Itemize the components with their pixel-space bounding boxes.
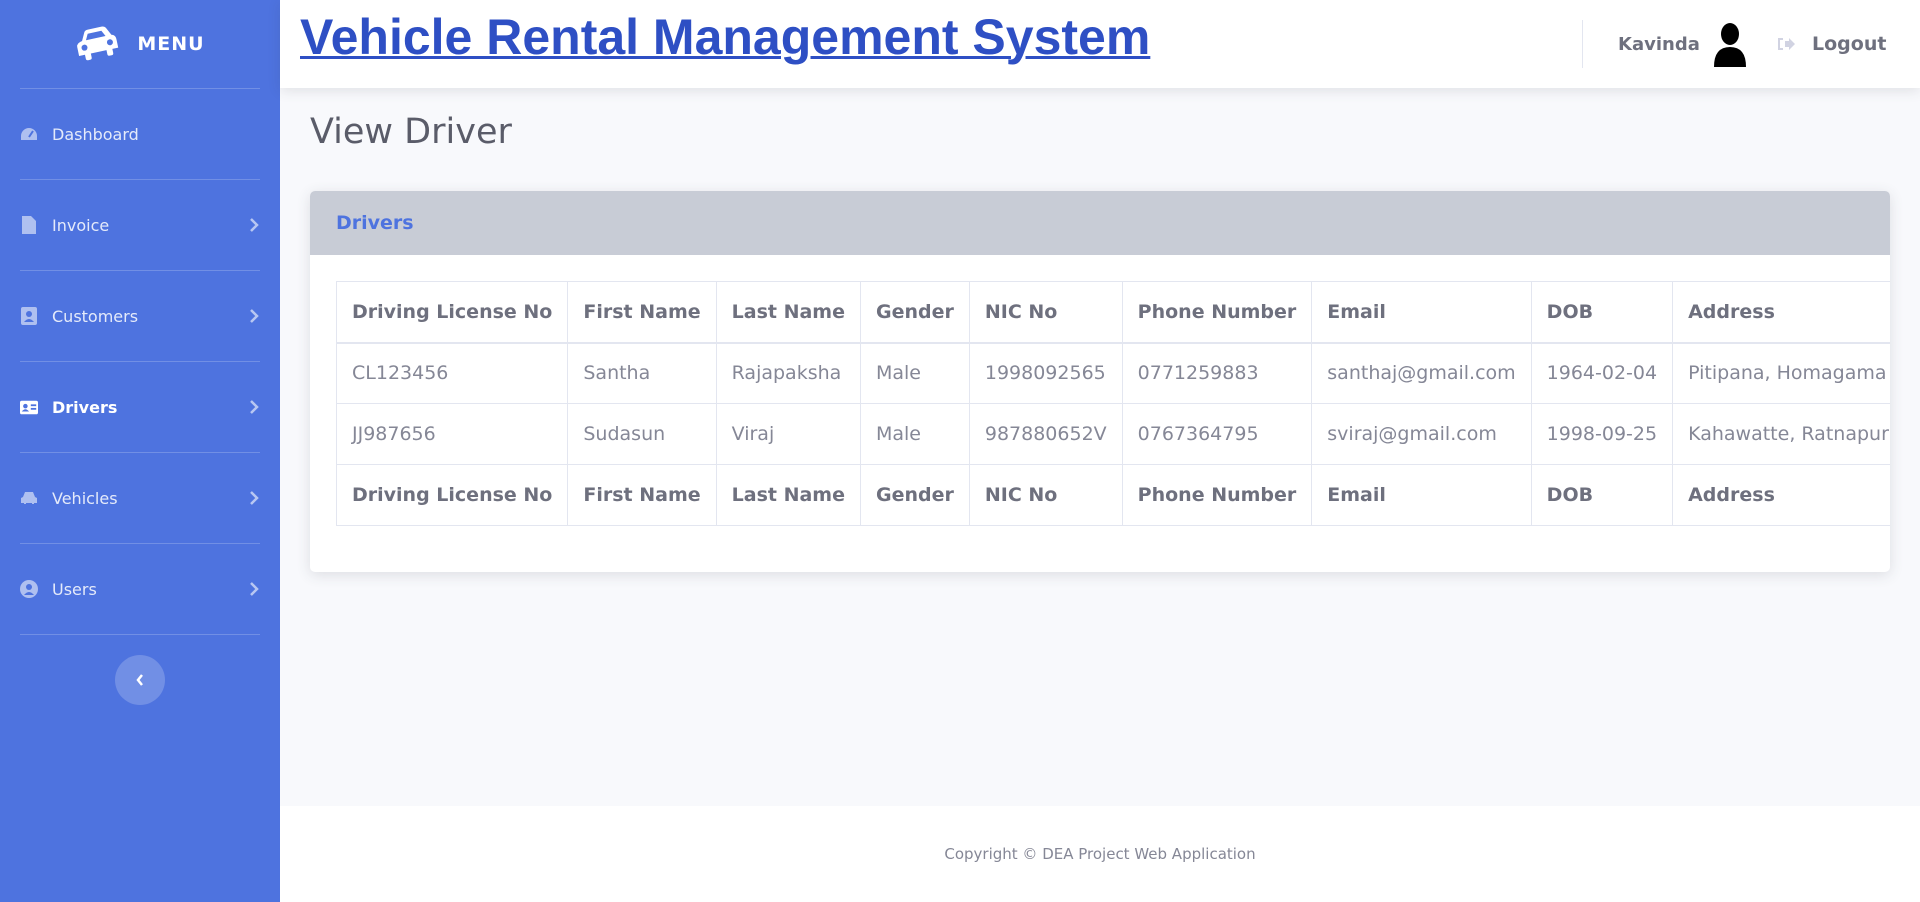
sidebar-item-label: Drivers bbox=[52, 397, 118, 417]
table-cell: 987880652V bbox=[968, 403, 1123, 465]
sidebar: MENU Dashboard Invoice Customers Drivers bbox=[0, 0, 280, 902]
sidebar-divider bbox=[20, 634, 260, 635]
table-cell: JJ987656 bbox=[335, 403, 569, 465]
table-row: CL123456 Santha Rajapaksha Male 19980925… bbox=[335, 342, 1890, 404]
app-title[interactable]: Vehicle Rental Management System bbox=[300, 8, 1150, 66]
sidebar-item-label: Invoice bbox=[52, 215, 110, 235]
column-footer: DOB bbox=[1530, 464, 1674, 526]
table-cell: Santha bbox=[567, 342, 717, 404]
chevron-right-icon bbox=[250, 218, 259, 232]
chevron-left-icon bbox=[136, 674, 143, 686]
car-icon bbox=[77, 26, 119, 61]
sidebar-item-vehicles[interactable]: Vehicles bbox=[0, 453, 280, 543]
chevron-right-icon bbox=[250, 309, 259, 323]
column-footer: Phone Number bbox=[1121, 464, 1313, 526]
sidebar-item-customers[interactable]: Customers bbox=[0, 271, 280, 361]
column-footer: Email bbox=[1311, 464, 1532, 526]
id-card-icon bbox=[20, 398, 38, 416]
column-header[interactable]: Gender bbox=[859, 281, 970, 344]
copyright-text: Copyright © DEA Project Web Application bbox=[944, 845, 1256, 863]
user-circle-icon bbox=[20, 580, 38, 598]
user-silhouette-icon bbox=[1713, 23, 1746, 67]
column-header[interactable]: DOB bbox=[1530, 281, 1674, 344]
card-title: Drivers bbox=[336, 212, 414, 234]
drivers-card: Drivers Driving License No First Name La… bbox=[310, 191, 1890, 572]
table-cell: Male bbox=[859, 403, 970, 465]
sidebar-brand-label: MENU bbox=[137, 33, 205, 55]
table-cell: 1998092565 bbox=[968, 342, 1123, 404]
table-row: JJ987656 Sudasun Viraj Male 987880652V 0… bbox=[335, 403, 1890, 465]
sidebar-item-label: Dashboard bbox=[52, 124, 139, 144]
column-footer: Gender bbox=[859, 464, 970, 526]
tachometer-icon bbox=[20, 125, 38, 143]
column-header[interactable]: Driving License No bbox=[335, 281, 569, 344]
car-icon bbox=[20, 489, 38, 507]
table-header-row: Driving License No First Name Last Name … bbox=[335, 281, 1890, 344]
sign-out-icon bbox=[1778, 38, 1795, 50]
table-cell: sviraj@gmail.com bbox=[1311, 403, 1532, 465]
table-cell: 0771259883 bbox=[1121, 342, 1313, 404]
logout-label: Logout bbox=[1812, 33, 1887, 55]
table-footer-row: Driving License No First Name Last Name … bbox=[335, 464, 1890, 526]
table-cell: santhaj@gmail.com bbox=[1311, 342, 1532, 404]
column-header[interactable]: Address bbox=[1672, 281, 1890, 344]
table-cell: Viraj bbox=[715, 403, 861, 465]
table-cell: Sudasun bbox=[567, 403, 717, 465]
sidebar-toggle-button[interactable] bbox=[115, 655, 165, 705]
chevron-right-icon bbox=[250, 582, 259, 596]
column-footer: First Name bbox=[567, 464, 717, 526]
topbar: Vehicle Rental Management System Kavinda… bbox=[280, 0, 1920, 88]
table-cell: 0767364795 bbox=[1121, 403, 1313, 465]
file-icon bbox=[20, 216, 38, 234]
drivers-table: Driving License No First Name Last Name … bbox=[335, 281, 1890, 526]
sidebar-item-invoice[interactable]: Invoice bbox=[0, 180, 280, 270]
sidebar-item-dashboard[interactable]: Dashboard bbox=[0, 89, 280, 179]
column-header[interactable]: NIC No bbox=[968, 281, 1123, 344]
page-title: View Driver bbox=[310, 112, 512, 152]
sidebar-item-label: Customers bbox=[52, 306, 139, 326]
table-cell: Kahawatte, Ratnapura bbox=[1672, 403, 1890, 465]
column-footer: Last Name bbox=[715, 464, 861, 526]
logout-button[interactable]: Logout bbox=[1776, 20, 1886, 68]
column-footer: NIC No bbox=[968, 464, 1123, 526]
user-menu[interactable]: Kavinda bbox=[1618, 20, 1748, 68]
column-footer: Address bbox=[1672, 464, 1890, 526]
chevron-right-icon bbox=[250, 491, 259, 505]
table-cell: Pitipana, Homagama bbox=[1672, 342, 1890, 404]
column-header[interactable]: First Name bbox=[567, 281, 717, 344]
column-header[interactable]: Email bbox=[1311, 281, 1532, 344]
table-container: Driving License No First Name Last Name … bbox=[335, 281, 1890, 526]
table-cell: CL123456 bbox=[335, 342, 569, 404]
sidebar-item-label: Vehicles bbox=[52, 488, 118, 508]
footer: Copyright © DEA Project Web Application bbox=[280, 806, 1920, 902]
sidebar-brand[interactable]: MENU bbox=[0, 0, 280, 88]
chevron-right-icon bbox=[250, 400, 259, 414]
user-name: Kavinda bbox=[1618, 33, 1700, 55]
topbar-divider bbox=[1582, 20, 1583, 68]
table-cell: Male bbox=[859, 342, 970, 404]
sidebar-item-drivers[interactable]: Drivers bbox=[0, 362, 280, 452]
table-cell: 1998-09-25 bbox=[1530, 403, 1674, 465]
sidebar-item-label: Users bbox=[52, 579, 97, 599]
column-footer: Driving License No bbox=[335, 464, 569, 526]
column-header[interactable]: Phone Number bbox=[1121, 281, 1313, 344]
address-book-icon bbox=[20, 307, 38, 325]
table-cell: Rajapaksha bbox=[715, 342, 861, 404]
column-header[interactable]: Last Name bbox=[715, 281, 861, 344]
table-cell: 1964-02-04 bbox=[1530, 342, 1674, 404]
card-header: Drivers bbox=[310, 191, 1890, 255]
sidebar-item-users[interactable]: Users bbox=[0, 544, 280, 634]
